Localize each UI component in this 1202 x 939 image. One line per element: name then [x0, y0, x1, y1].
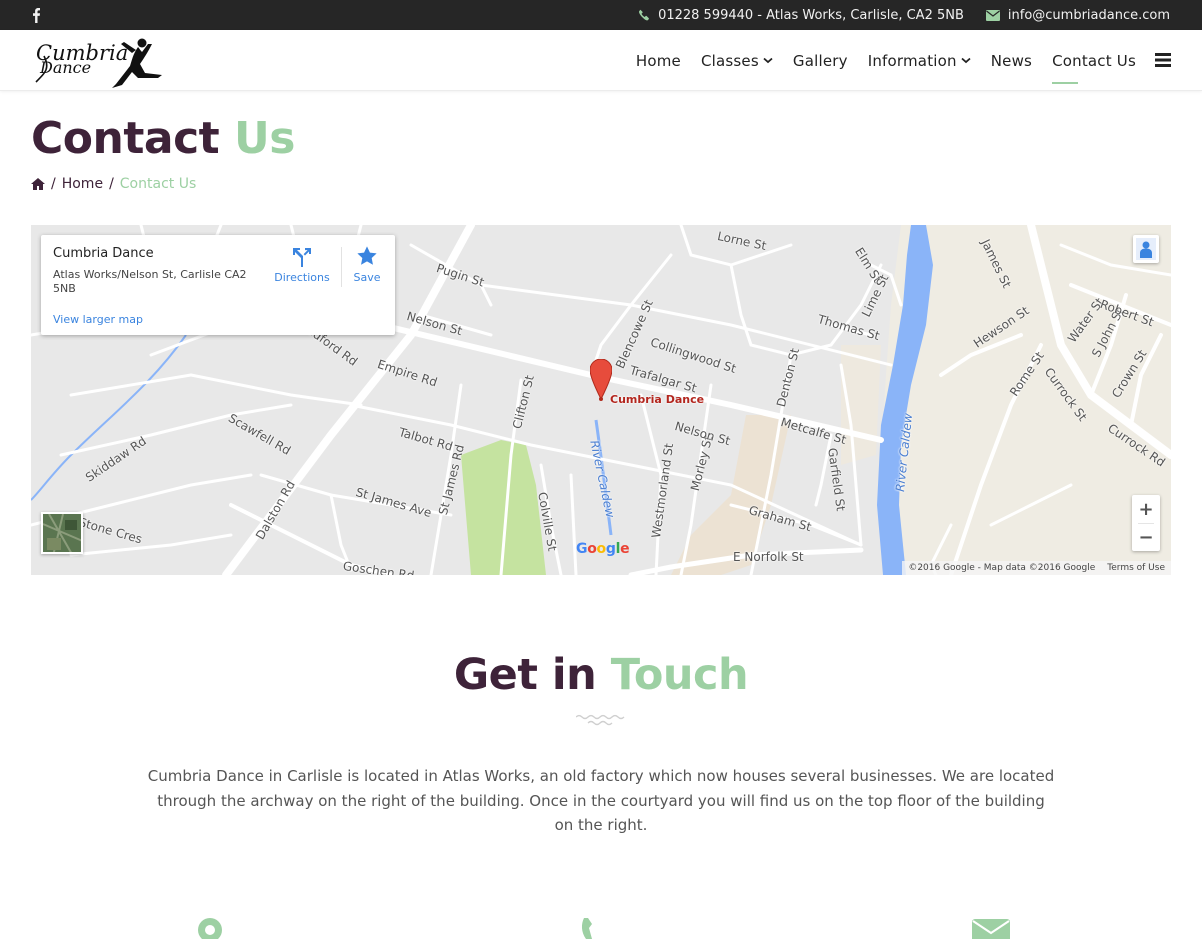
zoom-divider [1138, 523, 1154, 524]
home-icon[interactable] [31, 178, 45, 190]
chevron-down-icon [763, 57, 773, 64]
top-email[interactable]: info@cumbriadance.com [985, 7, 1170, 23]
top-phone[interactable]: 01228 599440 - Atlas Works, Carlisle, CA… [638, 8, 964, 23]
map-marker-label: Cumbria Dance [610, 393, 705, 406]
breadcrumb-current: Contact Us [119, 176, 197, 192]
nav-classes-label: Classes [700, 51, 759, 70]
nav-information-label: Information [867, 51, 957, 70]
directions-label: Directions [274, 271, 330, 284]
envelope-icon [972, 919, 1010, 939]
page-title-main: Contact [31, 113, 220, 164]
map-marker-icon[interactable] [590, 359, 612, 401]
nav-gallery[interactable]: Gallery [793, 52, 848, 70]
nav-information[interactable]: Information [868, 52, 971, 70]
top-email-text: info@cumbriadance.com [1007, 7, 1170, 23]
map-place-address: Atlas Works/Nelson St, Carlisle CA2 5NB [53, 268, 247, 295]
star-icon [357, 246, 377, 265]
top-bar: 01228 599440 - Atlas Works, Carlisle, CA… [0, 0, 1202, 30]
nav-home-label: Home [635, 51, 681, 70]
nav-news-label: News [990, 51, 1033, 70]
breadcrumb: / Home / Contact Us [31, 176, 196, 192]
location-pin-icon [198, 918, 222, 939]
hamburger-menu-icon[interactable] [1155, 53, 1171, 67]
save-label: Save [353, 271, 381, 284]
view-larger-map-link[interactable]: View larger map [53, 313, 143, 326]
page-title: Contact Us [31, 113, 295, 164]
section-title: Get in Touch [0, 650, 1202, 700]
directions-icon [293, 248, 311, 267]
top-phone-text: 01228 599440 - Atlas Works, Carlisle, CA… [658, 7, 964, 23]
google-logo: Google [576, 541, 630, 557]
page-title-accent: Us [234, 113, 295, 164]
nav-gallery-label: Gallery [792, 51, 848, 70]
street-view-pegman-icon[interactable] [1133, 235, 1159, 263]
zoom-out-button[interactable]: − [1132, 523, 1160, 551]
breadcrumb-separator: / [109, 176, 114, 192]
facebook-icon[interactable] [30, 7, 42, 23]
intro-paragraph: Cumbria Dance in Carlisle is located in … [147, 767, 1055, 834]
nav-classes[interactable]: Classes [701, 52, 773, 70]
map-street-label: E Norfolk St [733, 550, 804, 564]
breadcrumb-home[interactable]: Home [62, 176, 103, 192]
map-attribution: ©2016 Google - Map data ©2016 Google Ter… [902, 561, 1171, 575]
site-logo[interactable]: Cumbria Dance [32, 34, 164, 90]
save-button[interactable]: Save [352, 245, 382, 284]
phone-icon [581, 918, 592, 939]
main-nav: Home Classes Gallery Information News Co… [636, 30, 1136, 91]
zoom-in-button[interactable]: + [1132, 495, 1160, 523]
phone-icon [639, 9, 649, 21]
nav-contact-us[interactable]: Contact Us [1052, 51, 1136, 84]
wave-divider-icon [576, 714, 625, 726]
site-header: Cumbria Dance Home Classes Gallery Infor… [0, 30, 1202, 91]
map-zoom-control: + − [1132, 495, 1160, 551]
nav-home[interactable]: Home [636, 52, 681, 70]
nav-news[interactable]: News [991, 52, 1032, 70]
nav-contact-us-label: Contact Us [1052, 51, 1136, 70]
breadcrumb-separator: / [51, 176, 56, 192]
terms-of-use-link[interactable]: Terms of Use [1107, 563, 1165, 573]
map-info-card: Cumbria Dance Atlas Works/Nelson St, Car… [41, 235, 395, 335]
card-divider [341, 247, 342, 287]
section-title-accent: Touch [610, 650, 749, 700]
section-title-main: Get in [453, 650, 597, 700]
directions-button[interactable]: Directions [267, 245, 337, 284]
satellite-toggle[interactable] [41, 512, 83, 554]
chevron-down-icon [961, 57, 971, 64]
envelope-icon [985, 9, 1000, 21]
map-place-name: Cumbria Dance [53, 246, 154, 261]
map-copyright: ©2016 Google - Map data ©2016 Google [908, 563, 1096, 573]
google-map[interactable]: Lorne St Pugin St Nelson St Blencowe St … [31, 225, 1171, 575]
